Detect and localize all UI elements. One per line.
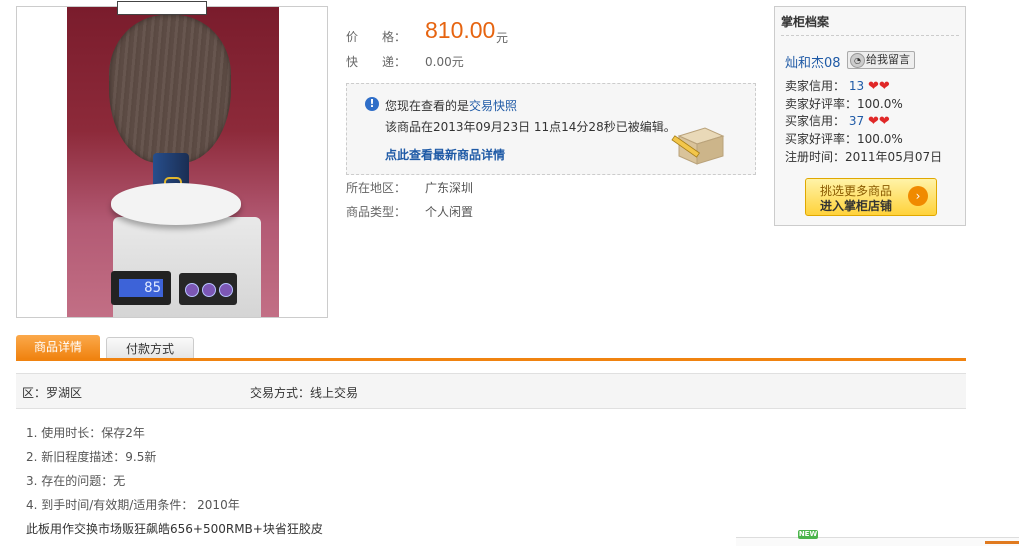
product-photo[interactable]: 85 (67, 7, 279, 317)
tab-product-details[interactable]: 商品详情 (16, 335, 100, 359)
snapshot-link[interactable]: 交易快照 (469, 99, 517, 113)
scale-button (202, 283, 216, 297)
seller-name-link[interactable]: 灿和杰08 (785, 52, 841, 71)
tab-payment-methods[interactable]: 付款方式 (106, 337, 194, 360)
buyer-credit-label: 买家信用： (785, 114, 846, 128)
attributes-bar: 区：罗湖区 交易方式：线上交易 (16, 373, 966, 409)
paddle-blade (109, 15, 231, 163)
scale-button (185, 283, 199, 297)
snapshot-edited-text: 该商品在2013年09月23日 11点14分28秒已被编辑。 (385, 120, 676, 134)
price-unit: 元 (496, 31, 509, 45)
description-line: 3. 存在的问题：无 (26, 474, 126, 488)
shopkeeper-panel: 掌柜档案 灿和杰08 ◔ 给我留言 卖家信用： 13 ❤❤ 卖家好评率：100.… (774, 6, 966, 226)
price-value: 810.00 (425, 17, 496, 43)
item-type-label: 商品类型： (346, 205, 407, 219)
shipping-label: 快 递： (346, 55, 407, 69)
bottom-accent (985, 541, 1019, 544)
buyer-credit-row: 买家信用： 37 ❤❤ (785, 112, 890, 129)
scale-button (219, 283, 233, 297)
description-line: 4. 到手时间/有效期/适用条件： 2010年 (26, 498, 240, 512)
seller-rating-row: 卖家好评率：100.0% (785, 95, 903, 112)
description-line: 2. 新旧程度描述：9.5新 (26, 450, 157, 464)
register-date-value: 2011年05月07日 (845, 150, 943, 164)
description-line: 1. 使用时长：保存2年 (26, 426, 145, 440)
shipping-value: 0.00元 (425, 55, 464, 69)
price-label: 价 格： (346, 30, 407, 44)
scale-buttons (179, 273, 237, 305)
snapshot-notice-box: ! 您现在查看的是交易快照 该商品在2013年09月23日 11点14分28秒已… (346, 83, 756, 175)
buyer-rating-row: 买家好评率：100.0% (785, 130, 903, 147)
new-badge: NEW (798, 530, 818, 539)
trade-method-attribute: 交易方式：线上交易 (250, 386, 359, 400)
enter-shop-button[interactable]: 挑选更多商品 进入掌柜店铺 › (805, 178, 937, 216)
shopkeeper-title: 掌柜档案 (781, 15, 830, 29)
heart-icon: ❤❤ (867, 79, 890, 94)
scale-plate (111, 183, 241, 225)
item-type-value: 个人闲置 (425, 205, 474, 219)
heart-icon: ❤❤ (867, 114, 890, 129)
buyer-rating-label: 买家好评率： (785, 132, 858, 146)
info-icon: ! (365, 97, 379, 111)
arrow-right-icon: › (908, 186, 928, 206)
snapshot-notice-prefix: 您现在查看的是 (385, 99, 470, 113)
chat-icon: ◔ (850, 53, 865, 68)
district-attribute: 区：罗湖区 (22, 386, 83, 400)
tab-underline (16, 358, 966, 361)
scale-lcd-reading: 85 (119, 279, 163, 297)
divider (781, 35, 959, 36)
buyer-rating-value: 100.0% (857, 132, 903, 146)
buyer-credit-value[interactable]: 37 (849, 114, 864, 128)
description-line: 此板用作交换市场贩狂飙皓656+500RMB+块省狂胶皮 (26, 522, 323, 536)
region-value: 广东深圳 (425, 181, 474, 195)
register-date-label: 注册时间： (785, 150, 846, 164)
region-label: 所在地区： (346, 181, 407, 195)
seller-rating-label: 卖家好评率： (785, 97, 858, 111)
product-image-frame[interactable]: 85 (16, 1, 328, 318)
seller-credit-value[interactable]: 13 (849, 79, 864, 93)
register-date-row: 注册时间：2011年05月07日 (785, 148, 942, 165)
leave-message-button[interactable]: ◔ 给我留言 (847, 51, 915, 69)
snapshot-notice: 您现在查看的是交易快照 (385, 97, 517, 114)
shop-button-line2: 进入掌柜店铺 (820, 199, 893, 213)
seller-rating-value: 100.0% (857, 97, 903, 111)
image-caption-tag (117, 1, 207, 15)
seller-credit-label: 卖家信用： (785, 79, 846, 93)
seller-credit-row: 卖家信用： 13 ❤❤ (785, 77, 890, 94)
package-pencil-icon (671, 127, 725, 165)
leave-message-label: 给我留言 (866, 53, 910, 66)
latest-details-link[interactable]: 点此查看最新商品详情 (385, 146, 505, 163)
